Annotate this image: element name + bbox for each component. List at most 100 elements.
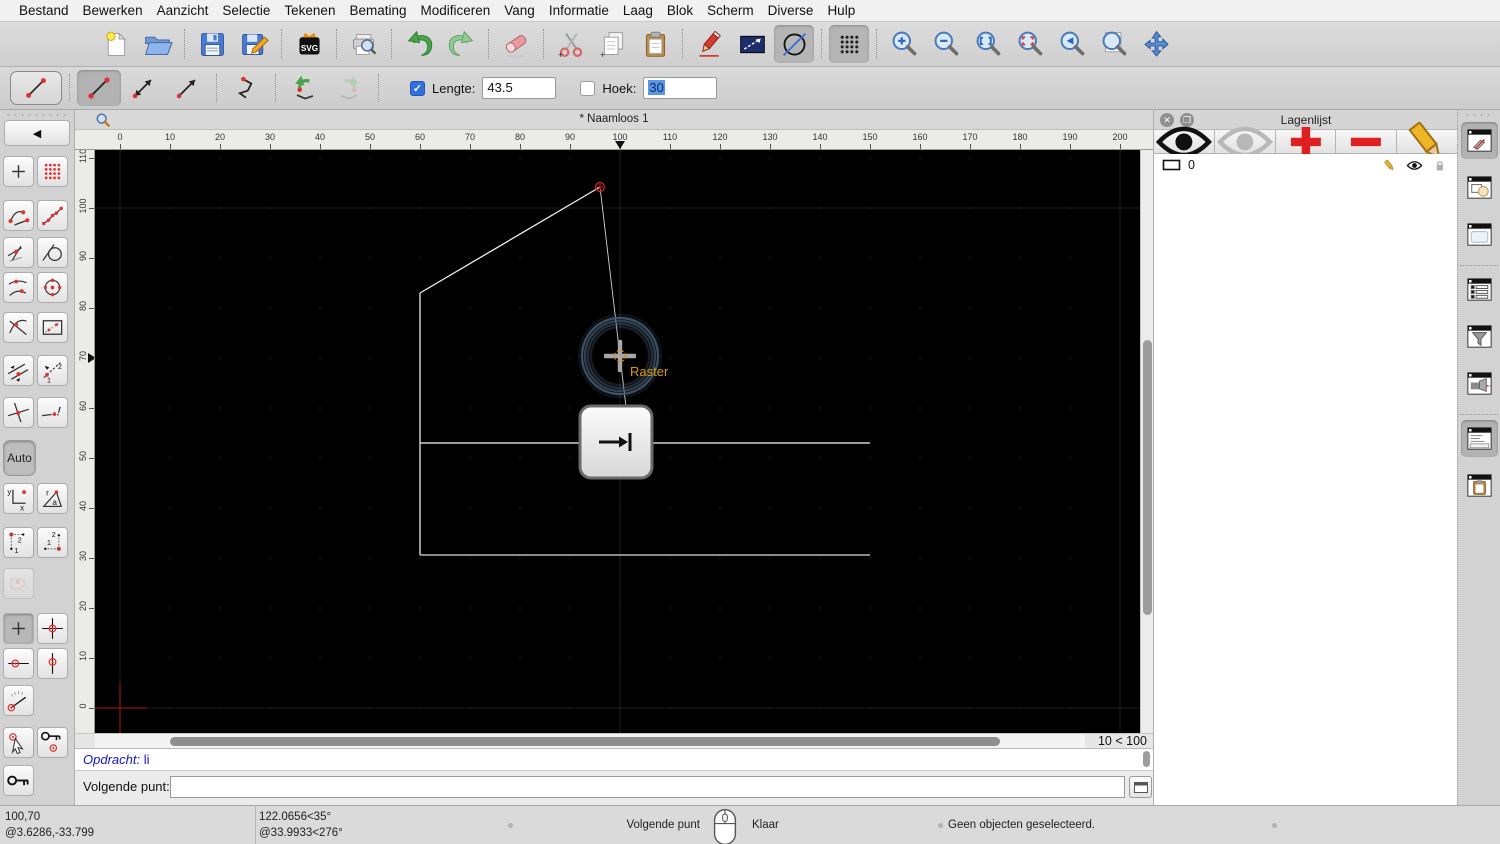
auto-snap-button[interactable]: Auto bbox=[3, 440, 36, 476]
tool-line-both-button[interactable] bbox=[121, 70, 165, 106]
zoom-window-button[interactable] bbox=[732, 25, 772, 63]
layers-pencil-small-button[interactable] bbox=[1397, 121, 1458, 159]
drag-handle[interactable] bbox=[1464, 113, 1495, 117]
menu-laag[interactable]: Laag bbox=[616, 3, 660, 18]
layers-list[interactable]: 0 bbox=[1154, 154, 1458, 805]
zoom-extents-button[interactable] bbox=[968, 25, 1008, 63]
pan-button[interactable] bbox=[1136, 25, 1176, 63]
antialias-circle-button[interactable] bbox=[774, 25, 814, 63]
next-point-overlay-button[interactable] bbox=[578, 404, 654, 480]
snap-endpoints-button[interactable] bbox=[3, 200, 34, 231]
layer-row[interactable]: 0 bbox=[1154, 154, 1458, 176]
save-as-button[interactable] bbox=[234, 25, 274, 63]
length-checkbox[interactable]: ✓ bbox=[410, 80, 425, 96]
open-folder-button[interactable] bbox=[137, 25, 177, 63]
pick-target-button[interactable] bbox=[3, 727, 34, 758]
eye-black-icon[interactable] bbox=[1406, 158, 1423, 173]
snap-intersect-button[interactable] bbox=[3, 237, 34, 268]
rel-21-button[interactable]: 12 bbox=[37, 527, 68, 558]
undo-button[interactable] bbox=[399, 25, 439, 63]
command-scrollbar-thumb[interactable] bbox=[1143, 751, 1150, 767]
menu-bemating[interactable]: Bemating bbox=[342, 3, 413, 18]
zoom-previous-button[interactable] bbox=[1052, 25, 1092, 63]
menu-tekenen[interactable]: Tekenen bbox=[277, 3, 342, 18]
snap-grid-button[interactable] bbox=[37, 156, 68, 187]
angle-checkbox[interactable] bbox=[580, 80, 596, 96]
key-target-button[interactable] bbox=[37, 727, 68, 758]
menu-hulp[interactable]: Hulp bbox=[820, 3, 862, 18]
snap-target-h-button[interactable] bbox=[3, 648, 34, 679]
tool-line-arrow-button[interactable] bbox=[165, 70, 209, 106]
drawing-canvas[interactable]: Raster bbox=[95, 150, 1140, 733]
tool-line-button[interactable] bbox=[77, 70, 121, 106]
sidebar-collapse-button[interactable]: ◀ bbox=[4, 120, 70, 146]
undo-point-button[interactable] bbox=[283, 70, 327, 106]
snap-cross-button[interactable] bbox=[3, 397, 34, 428]
pw-projector-panel-button[interactable] bbox=[1461, 365, 1498, 402]
snap-center-button[interactable] bbox=[37, 272, 68, 303]
menu-scherm[interactable]: Scherm bbox=[700, 3, 761, 18]
layers-plus-red-button[interactable] bbox=[1275, 126, 1337, 157]
lock-grey-icon[interactable] bbox=[1431, 158, 1448, 173]
menu-vang[interactable]: Vang bbox=[497, 3, 542, 18]
snap-target-button[interactable] bbox=[37, 613, 68, 644]
key-button[interactable] bbox=[3, 765, 34, 796]
redo-button[interactable] bbox=[441, 25, 481, 63]
snap-plus-button[interactable] bbox=[3, 613, 34, 644]
tool-polyline-button[interactable] bbox=[224, 70, 268, 106]
pw-layers-panel-button[interactable] bbox=[1461, 122, 1498, 159]
vertical-scrollbar-thumb[interactable] bbox=[1143, 340, 1152, 615]
pencil-small-icon[interactable] bbox=[1381, 158, 1398, 173]
snap-box-diag-button[interactable] bbox=[37, 312, 68, 343]
snap-tangent-button[interactable] bbox=[37, 237, 68, 268]
zoom-selection-button[interactable] bbox=[1010, 25, 1050, 63]
vertical-scrollbar[interactable] bbox=[1140, 150, 1153, 733]
grid-toggle-button[interactable] bbox=[829, 25, 869, 63]
pw-blank-panel-button[interactable] bbox=[1461, 216, 1498, 253]
rel-12-button[interactable]: 12 bbox=[3, 527, 34, 558]
layers-minus-red-button[interactable] bbox=[1336, 130, 1398, 154]
menu-informatie[interactable]: Informatie bbox=[542, 3, 616, 18]
horizontal-scrollbar[interactable] bbox=[95, 734, 1085, 749]
zoom-page-button[interactable] bbox=[1094, 25, 1134, 63]
menu-modificeren[interactable]: Modificeren bbox=[414, 3, 498, 18]
snap-nearest-button[interactable] bbox=[3, 272, 34, 303]
pw-clipboard-panel-button[interactable] bbox=[1461, 467, 1498, 504]
snap-free-button[interactable] bbox=[3, 156, 34, 187]
eraser-button[interactable] bbox=[496, 25, 536, 63]
snap-curveint-button[interactable] bbox=[3, 312, 34, 343]
menu-diverse[interactable]: Diverse bbox=[761, 3, 821, 18]
length-input[interactable]: 43.5 bbox=[482, 77, 557, 99]
snap-perp-button[interactable]: ! bbox=[37, 397, 68, 428]
coord-xy-button[interactable]: yx bbox=[3, 483, 34, 514]
zoom-in-button[interactable] bbox=[884, 25, 924, 63]
menu-blok[interactable]: Blok bbox=[660, 3, 700, 18]
print-preview-button[interactable] bbox=[344, 25, 384, 63]
pw-shapes-panel-button[interactable] bbox=[1461, 169, 1498, 206]
command-window-button[interactable] bbox=[1129, 776, 1152, 798]
layers-eye-faded-button[interactable] bbox=[1214, 126, 1276, 157]
copy-button[interactable]: + bbox=[593, 25, 633, 63]
layers-eye-black-button[interactable] bbox=[1154, 126, 1215, 157]
zoom-out-button[interactable] bbox=[926, 25, 966, 63]
cut-button[interactable]: + bbox=[551, 25, 591, 63]
menu-bewerken[interactable]: Bewerken bbox=[76, 3, 150, 18]
pw-list-panel-button[interactable] bbox=[1461, 271, 1498, 308]
coord-polar-button[interactable]: ra bbox=[37, 483, 68, 514]
snap-allpoints-button[interactable] bbox=[37, 200, 68, 231]
pw-command-panel-button[interactable] bbox=[1461, 420, 1498, 457]
snap-gauge-button[interactable] bbox=[3, 685, 34, 716]
svg-export-button[interactable]: SVG bbox=[289, 25, 329, 63]
drag-handle[interactable] bbox=[5, 113, 69, 117]
angle-input[interactable]: 30 bbox=[643, 77, 718, 99]
draw-pencil-button[interactable] bbox=[690, 25, 730, 63]
snap-parallel-button[interactable] bbox=[3, 355, 34, 386]
menu-aanzicht[interactable]: Aanzicht bbox=[150, 3, 216, 18]
save-button[interactable] bbox=[192, 25, 232, 63]
ghost-snap-button[interactable] bbox=[3, 568, 34, 599]
pw-filter-panel-button[interactable] bbox=[1461, 318, 1498, 355]
snap-target-v-button[interactable] bbox=[37, 648, 68, 679]
new-document-button[interactable] bbox=[95, 25, 135, 63]
menu-selectie[interactable]: Selectie bbox=[215, 3, 277, 18]
redo-point-button[interactable] bbox=[327, 70, 371, 106]
